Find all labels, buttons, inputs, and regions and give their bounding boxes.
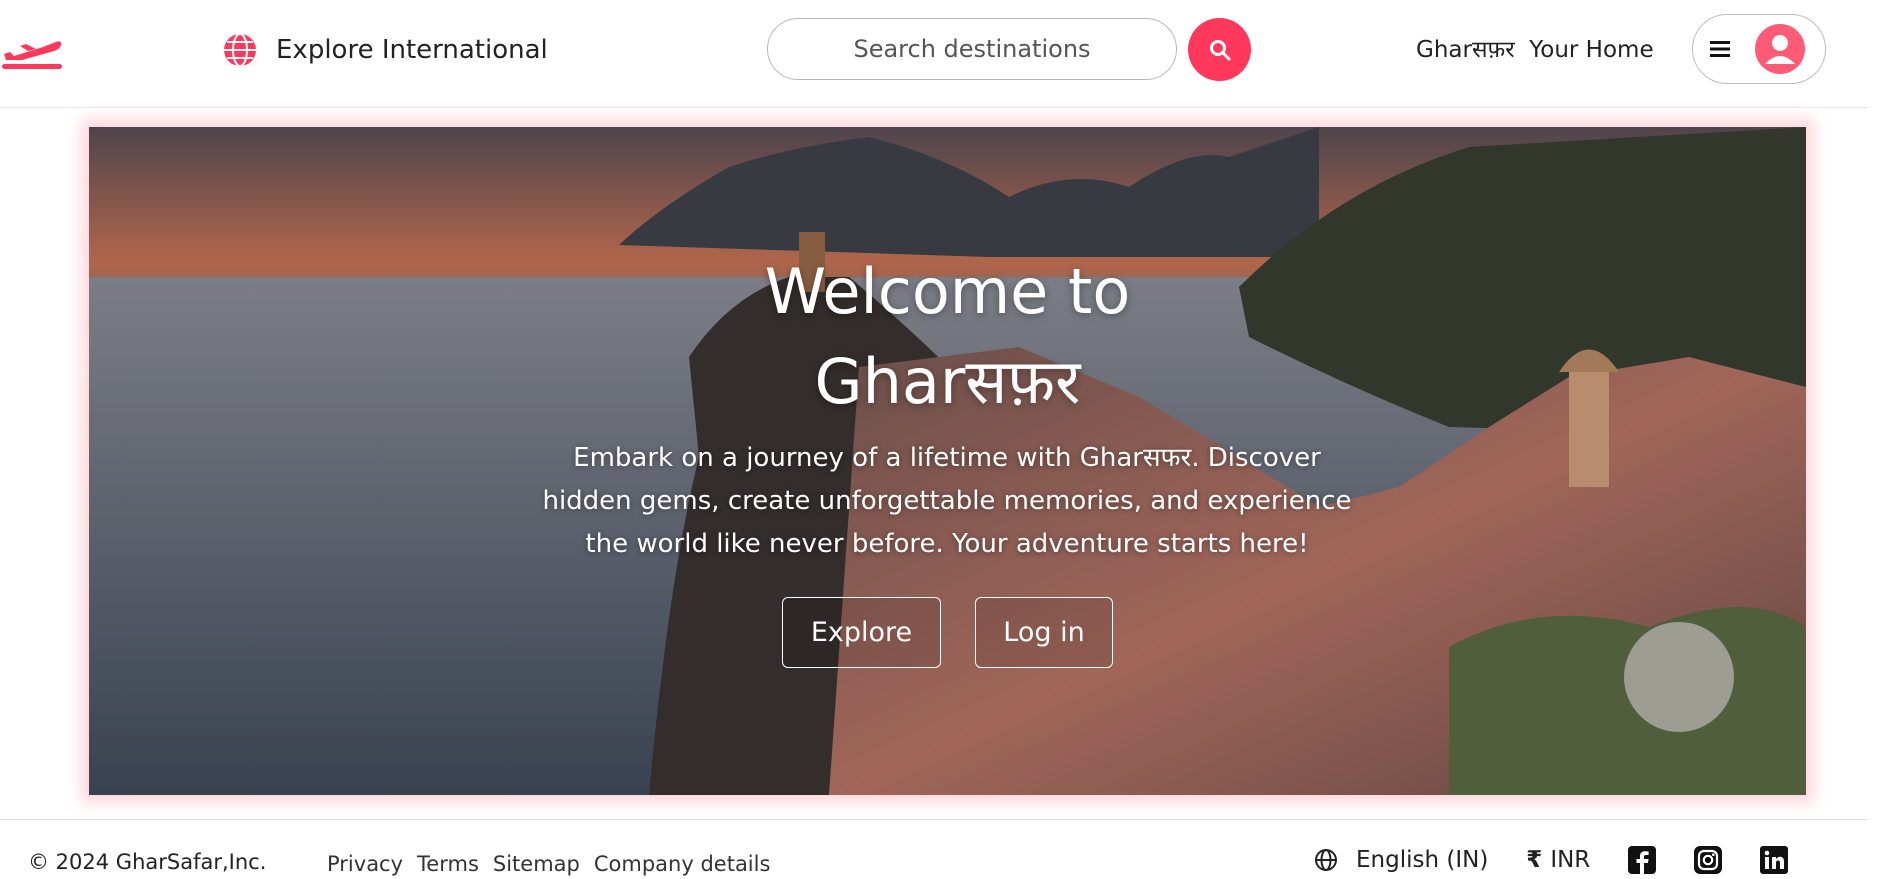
instagram-icon[interactable]	[1694, 846, 1723, 874]
linkedin-icon[interactable]	[1760, 846, 1789, 874]
hero-description: Embark on a journey of a lifetime with G…	[542, 443, 1352, 559]
top-navbar: Explore International Gharसफ़र Your Home	[0, 0, 1868, 108]
hero-title-line-2: Gharसफ़र	[814, 345, 1081, 418]
login-button[interactable]: Log in	[975, 597, 1113, 668]
search-icon	[1209, 39, 1230, 60]
explore-button[interactable]: Explore	[782, 597, 941, 668]
footer-link-sitemap[interactable]: Sitemap	[493, 852, 580, 876]
user-avatar	[1755, 24, 1805, 74]
user-icon	[1765, 35, 1795, 64]
search-input[interactable]	[767, 18, 1177, 80]
footer-link-privacy[interactable]: Privacy	[327, 852, 403, 876]
explore-international-label: Explore International	[276, 35, 548, 65]
menu-icon	[1710, 41, 1730, 57]
hero-content: Welcome to Gharसफ़र Embark on a journey …	[89, 127, 1806, 795]
page: Explore International Gharसफ़र Your Home	[0, 0, 1877, 879]
explore-international-link[interactable]: Explore International	[222, 30, 548, 70]
your-home-link[interactable]: Gharसफ़र Your Home	[1416, 32, 1654, 64]
footer-link-terms[interactable]: Terms	[417, 852, 479, 876]
hero-title-line-1: Welcome to	[764, 255, 1131, 328]
currency-selector[interactable]: ₹ INR	[1526, 847, 1590, 873]
language-selector[interactable]: English (IN)	[1314, 847, 1488, 873]
hero-banner: Welcome to Gharसफ़र Embark on a journey …	[89, 127, 1806, 795]
footer-links: Privacy Terms Sitemap Company details	[327, 852, 770, 876]
language-label: English (IN)	[1356, 847, 1489, 873]
search-button[interactable]	[1188, 18, 1251, 81]
user-menu-button[interactable]	[1692, 14, 1826, 84]
copyright-text: © 2024 GharSafar,Inc.	[28, 850, 267, 874]
rupee-icon: ₹	[1526, 847, 1543, 873]
facebook-icon[interactable]	[1628, 846, 1657, 874]
currency-label: INR	[1550, 847, 1591, 873]
footer: © 2024 GharSafar,Inc. Privacy Terms Site…	[0, 819, 1868, 879]
footer-right: English (IN) ₹ INR	[1314, 846, 1789, 874]
plane-logo-icon[interactable]	[0, 24, 64, 72]
globe-icon	[1315, 849, 1337, 871]
hero-title: Welcome to Gharसफ़र	[89, 247, 1806, 427]
globe-icon	[224, 33, 256, 67]
footer-link-company-details[interactable]: Company details	[594, 852, 771, 876]
